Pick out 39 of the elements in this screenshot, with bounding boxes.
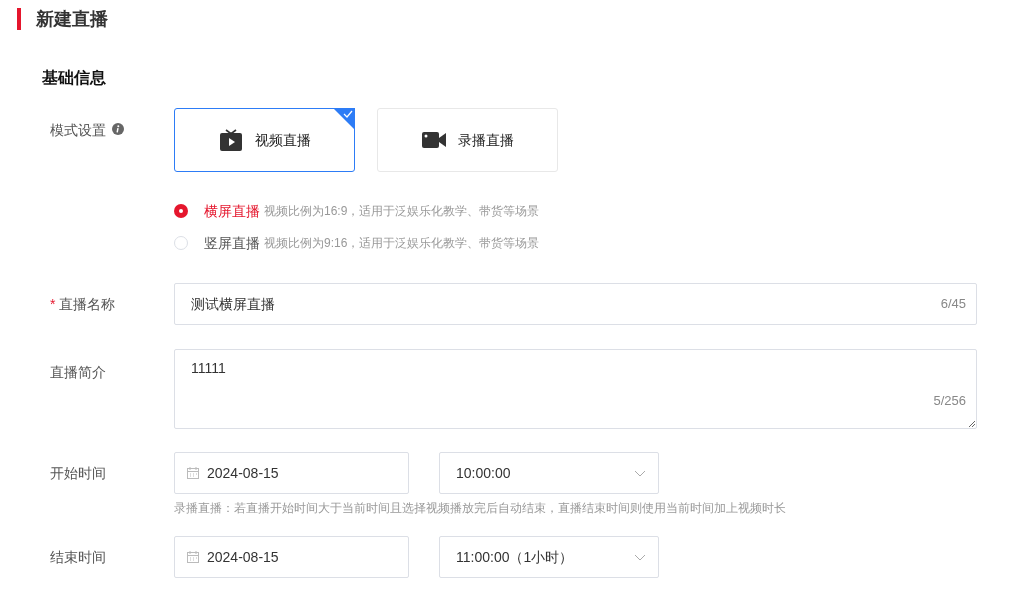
chevron-down-icon (634, 469, 646, 477)
time-select[interactable]: 10:00:00 (439, 452, 659, 494)
info-icon (112, 123, 124, 135)
field-label: 模式设置 (50, 121, 106, 140)
character-count: 6/45 (940, 295, 966, 314)
mode-card[interactable]: 录播直播 (377, 108, 558, 172)
calendar-icon (187, 551, 199, 563)
radio-button[interactable] (174, 204, 188, 218)
input-value: 测试横屏直播 (191, 294, 275, 314)
time-select[interactable]: 11:00:00（1小时） (439, 536, 659, 578)
video-camera-icon (421, 131, 446, 149)
character-count: 5/256 (933, 391, 966, 410)
intro-textarea[interactable]: 11111 5/256 (174, 349, 977, 429)
chevron-down-icon (634, 553, 646, 561)
calendar-icon (187, 467, 199, 479)
title-accent-bar (17, 8, 21, 30)
name-input[interactable]: 测试横屏直播 6/45 (174, 283, 977, 325)
field-label: 直播简介 (50, 363, 106, 382)
radio-description: 视频比例为16:9，适用于泛娱乐化教学、带货等场景 (264, 203, 540, 220)
radio-label: 横屏直播 (204, 201, 260, 221)
textarea-value: 11111 (191, 359, 226, 378)
date-value: 2024-08-15 (207, 463, 279, 483)
date-picker[interactable]: 2024-08-15 (174, 536, 409, 578)
required-asterisk: * (50, 294, 56, 314)
mode-card[interactable]: 视频直播 (174, 108, 355, 172)
radio-label: 竖屏直播 (204, 233, 260, 253)
hint-text: 录播直播：若直播开始时间大于当前时间且选择视频播放完后自动结束，直播结束时间则使用当前时间加上视频时长 (174, 500, 786, 517)
radio-description: 视频比例为9:16，适用于泛娱乐化教学、带货等场景 (264, 235, 540, 252)
selected-corner-check-icon (333, 108, 355, 130)
field-label: 直播名称 (59, 294, 116, 314)
page-title: 新建直播 (36, 7, 108, 31)
field-label: 开始时间 (50, 463, 106, 483)
field-label: 结束时间 (50, 547, 106, 567)
tv-play-icon (218, 128, 243, 152)
date-value: 2024-08-15 (207, 547, 279, 567)
resize-handle-icon (968, 420, 975, 427)
section-title: 基础信息 (42, 68, 106, 88)
radio-button[interactable] (174, 236, 188, 250)
date-picker[interactable]: 2024-08-15 (174, 452, 409, 494)
